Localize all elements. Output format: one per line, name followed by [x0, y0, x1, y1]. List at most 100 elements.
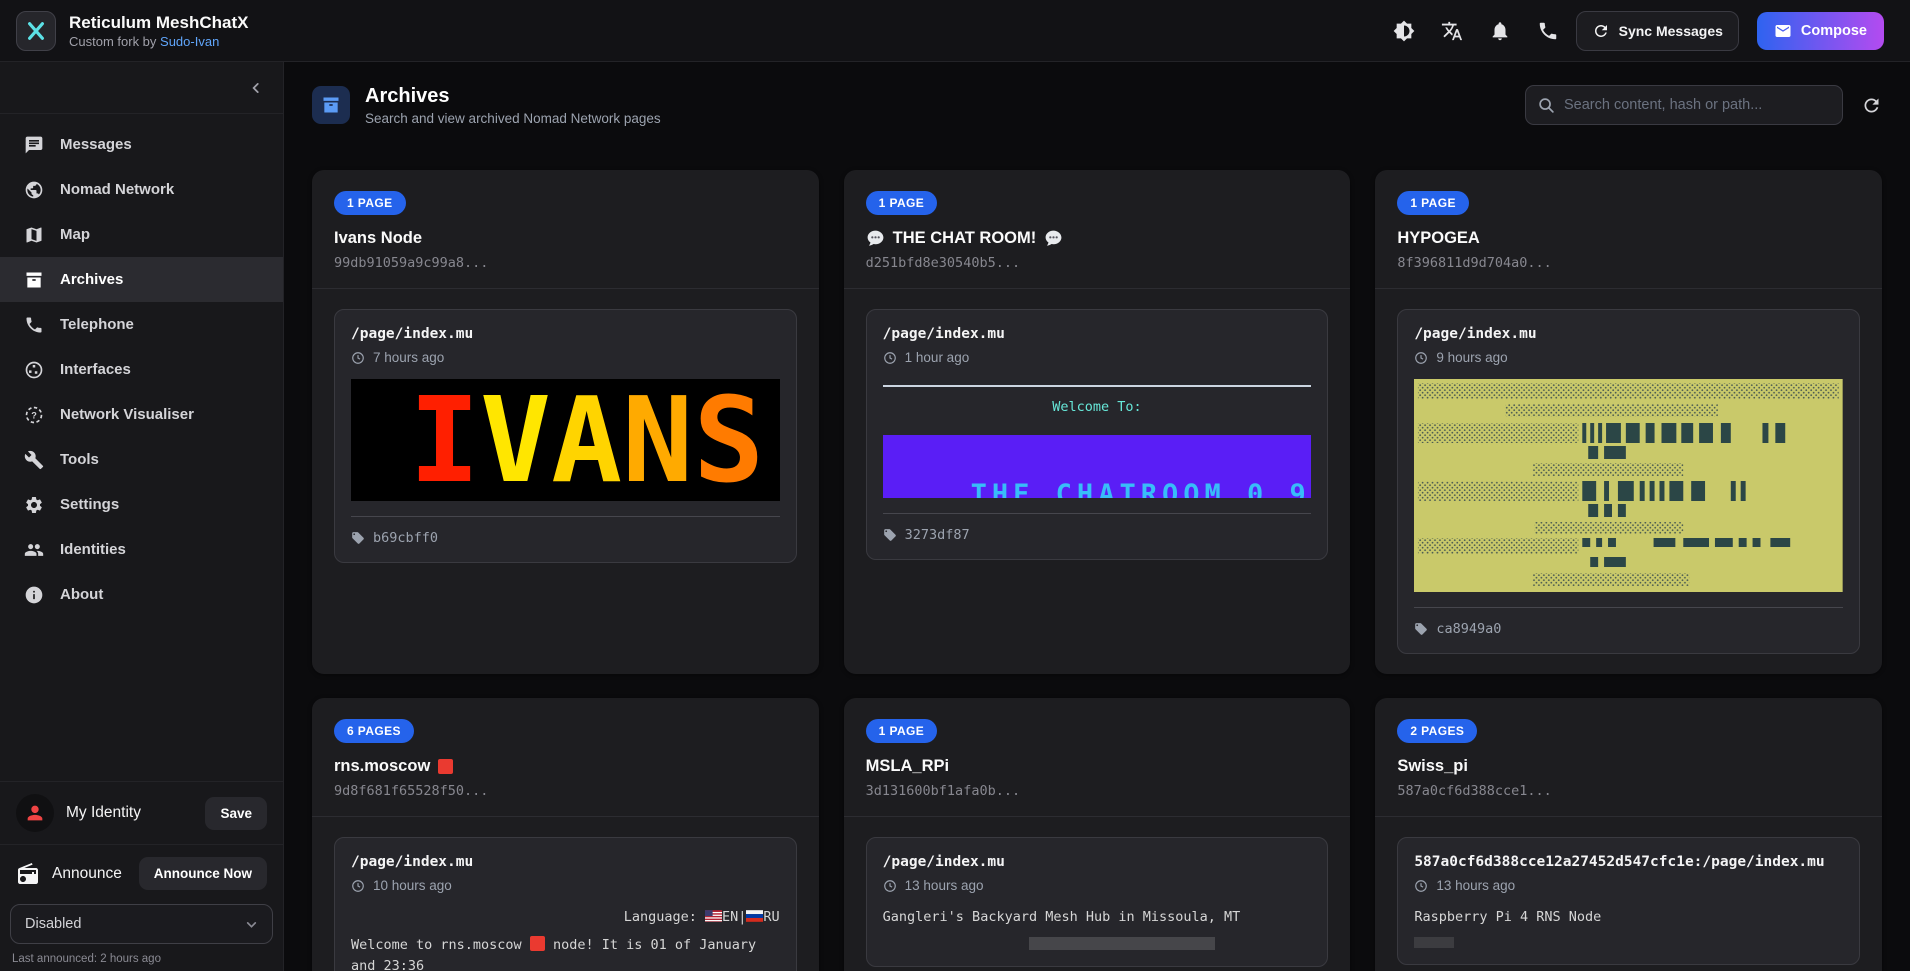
card-body: /page/index.mu 1 hour ago Welcome To: TH…: [844, 289, 1351, 580]
card-hash: 99db91059a9c99a8...: [334, 255, 797, 271]
theme-toggle-button[interactable]: [1384, 11, 1424, 51]
welcome-line: Welcome to rns.moscow node! It is 01 of …: [351, 935, 780, 971]
archive-card-swiss-pi[interactable]: 2 PAGES Swiss_pi 587a0cf6d388cce1... 587…: [1375, 698, 1882, 971]
search-input[interactable]: [1564, 97, 1830, 113]
compose-label: Compose: [1801, 23, 1867, 39]
archive-card-chat-room[interactable]: 1 PAGE THE CHAT ROOM! d251bfd8e30540b5..…: [844, 170, 1351, 674]
sidebar-item-label: Telephone: [60, 316, 134, 333]
svg-text:?: ?: [31, 410, 37, 420]
sidebar-item-map[interactable]: Map: [0, 212, 283, 257]
page-count-badge: 1 PAGE: [866, 719, 938, 743]
sidebar-item-label: Tools: [60, 451, 99, 468]
page-count-badge: 1 PAGE: [334, 191, 406, 215]
page-preview[interactable]: /page/index.mu 13 hours ago Gangleri's B…: [866, 837, 1329, 967]
page-count-badge: 6 PAGES: [334, 719, 414, 743]
clock-icon: [351, 351, 365, 365]
page-path: /page/index.mu: [351, 326, 780, 342]
language-en: EN: [722, 909, 738, 925]
archive-card-rns-moscow[interactable]: 6 PAGES rns.moscow 9d8f681f65528f50... /…: [312, 698, 819, 971]
compose-button[interactable]: Compose: [1757, 12, 1884, 50]
info-icon: [24, 585, 44, 605]
page-preview[interactable]: /page/index.mu 7 hours ago IVANS b69cbff…: [334, 309, 797, 563]
announce-mode-value: Disabled: [25, 916, 81, 932]
sidebar-item-tools[interactable]: Tools: [0, 437, 283, 482]
sidebar-item-archives[interactable]: Archives: [0, 257, 283, 302]
page-tag: 3273df87: [883, 513, 1312, 543]
save-button[interactable]: Save: [205, 797, 267, 830]
sync-messages-label: Sync Messages: [1619, 23, 1723, 39]
sudo-ivan-link[interactable]: Sudo-Ivan: [160, 34, 219, 49]
sync-messages-button[interactable]: Sync Messages: [1576, 11, 1739, 51]
clock-icon: [883, 351, 897, 365]
card-hash: 8f396811d9d704a0...: [1397, 255, 1860, 271]
bell-icon: [1489, 20, 1511, 42]
welcome-text-1: Welcome to rns.moscow: [351, 937, 522, 953]
notifications-button[interactable]: [1480, 11, 1520, 51]
ivans-ansi-art: IVANS: [351, 379, 780, 501]
page-preview[interactable]: /page/index.mu 10 hours ago Language: EN…: [334, 837, 797, 971]
card-title: Ivans Node: [334, 229, 797, 248]
announce-label: Announce: [52, 865, 127, 883]
refresh-icon: [1861, 95, 1882, 116]
sidebar-item-about[interactable]: About: [0, 572, 283, 617]
app-logo[interactable]: [16, 11, 56, 51]
card-hash: 3d131600bf1afa0b...: [866, 783, 1329, 799]
art-letter: S: [693, 379, 764, 501]
sidebar-item-network-visualiser[interactable]: ? Network Visualiser: [0, 392, 283, 437]
sidebar-item-telephone[interactable]: Telephone: [0, 302, 283, 347]
page-time-text: 13 hours ago: [905, 878, 984, 893]
sidebar-item-nomad-network[interactable]: Nomad Network: [0, 167, 283, 212]
sidebar-item-label: Identities: [60, 541, 126, 558]
announce-now-button[interactable]: Announce Now: [139, 857, 267, 890]
page-time-text: 7 hours ago: [373, 350, 444, 365]
archives-search: [1525, 85, 1843, 125]
page-preview[interactable]: /page/index.mu 9 hours ago: [1397, 309, 1860, 654]
x-logo-icon: [25, 20, 47, 42]
archive-card-msla-rpi[interactable]: 1 PAGE MSLA_RPi 3d131600bf1afa0b... /pag…: [844, 698, 1351, 971]
card-header: 2 PAGES Swiss_pi 587a0cf6d388cce1...: [1375, 698, 1882, 817]
my-identity-label: My Identity: [66, 804, 193, 822]
card-title-text: rns.moscow: [334, 757, 430, 776]
refresh-button[interactable]: [1861, 95, 1882, 116]
archive-card-hypogea[interactable]: 1 PAGE HYPOGEA 8f396811d9d704a0... /page…: [1375, 170, 1882, 674]
translate-button[interactable]: [1432, 11, 1472, 51]
page-time: 13 hours ago: [883, 878, 1312, 893]
announce-mode-select[interactable]: Disabled: [10, 904, 273, 944]
page-time: 1 hour ago: [883, 350, 1312, 365]
archive-card-ivans-node[interactable]: 1 PAGE Ivans Node 99db91059a9c99a8... /p…: [312, 170, 819, 674]
ru-flag-icon: [746, 910, 763, 922]
tag-icon: [351, 531, 365, 545]
card-title: MSLA_RPi: [866, 757, 1329, 776]
subtitle-text: Custom fork by: [69, 34, 160, 49]
page-time-text: 9 hours ago: [1436, 350, 1507, 365]
card-header: 1 PAGE HYPOGEA 8f396811d9d704a0...: [1375, 170, 1882, 289]
card-title: THE CHAT ROOM!: [866, 229, 1329, 248]
art-letter: V: [480, 379, 551, 501]
avatar[interactable]: [16, 794, 54, 832]
card-hash: 587a0cf6d388cce1...: [1397, 783, 1860, 799]
card-hash: d251bfd8e30540b5...: [866, 255, 1329, 271]
sidebar-item-identities[interactable]: Identities: [0, 527, 283, 572]
page-path: /page/index.mu: [1414, 326, 1843, 342]
sidebar-item-settings[interactable]: Settings: [0, 482, 283, 527]
page-path: /page/index.mu: [883, 326, 1312, 342]
refresh-icon: [1592, 22, 1610, 40]
card-body: /page/index.mu 9 hours ago: [1375, 289, 1882, 674]
telephone-button[interactable]: [1528, 11, 1568, 51]
archives-grid: 1 PAGE Ivans Node 99db91059a9c99a8... /p…: [284, 148, 1910, 971]
page-path: 587a0cf6d388cce12a27452d547cfc1e:/page/i…: [1414, 854, 1843, 870]
page-preview[interactable]: /page/index.mu 1 hour ago Welcome To: TH…: [866, 309, 1329, 560]
phone-icon: [1537, 20, 1559, 42]
hypogea-ansi-art: [1414, 379, 1843, 592]
welcome-heading: Welcome To:: [883, 399, 1312, 415]
page-tag: b69cbff0: [351, 516, 780, 546]
sidebar-item-interfaces[interactable]: Interfaces: [0, 347, 283, 392]
card-title-text: THE CHAT ROOM!: [893, 229, 1037, 248]
sidebar-item-messages[interactable]: Messages: [0, 122, 283, 167]
chevron-left-icon: [249, 81, 263, 95]
speech-balloon-icon: [1044, 229, 1063, 248]
sidebar-collapse[interactable]: [0, 62, 283, 114]
chat-icon: [24, 135, 44, 155]
page-tag-text: ca8949a0: [1436, 621, 1501, 637]
page-preview[interactable]: 587a0cf6d388cce12a27452d547cfc1e:/page/i…: [1397, 837, 1860, 965]
